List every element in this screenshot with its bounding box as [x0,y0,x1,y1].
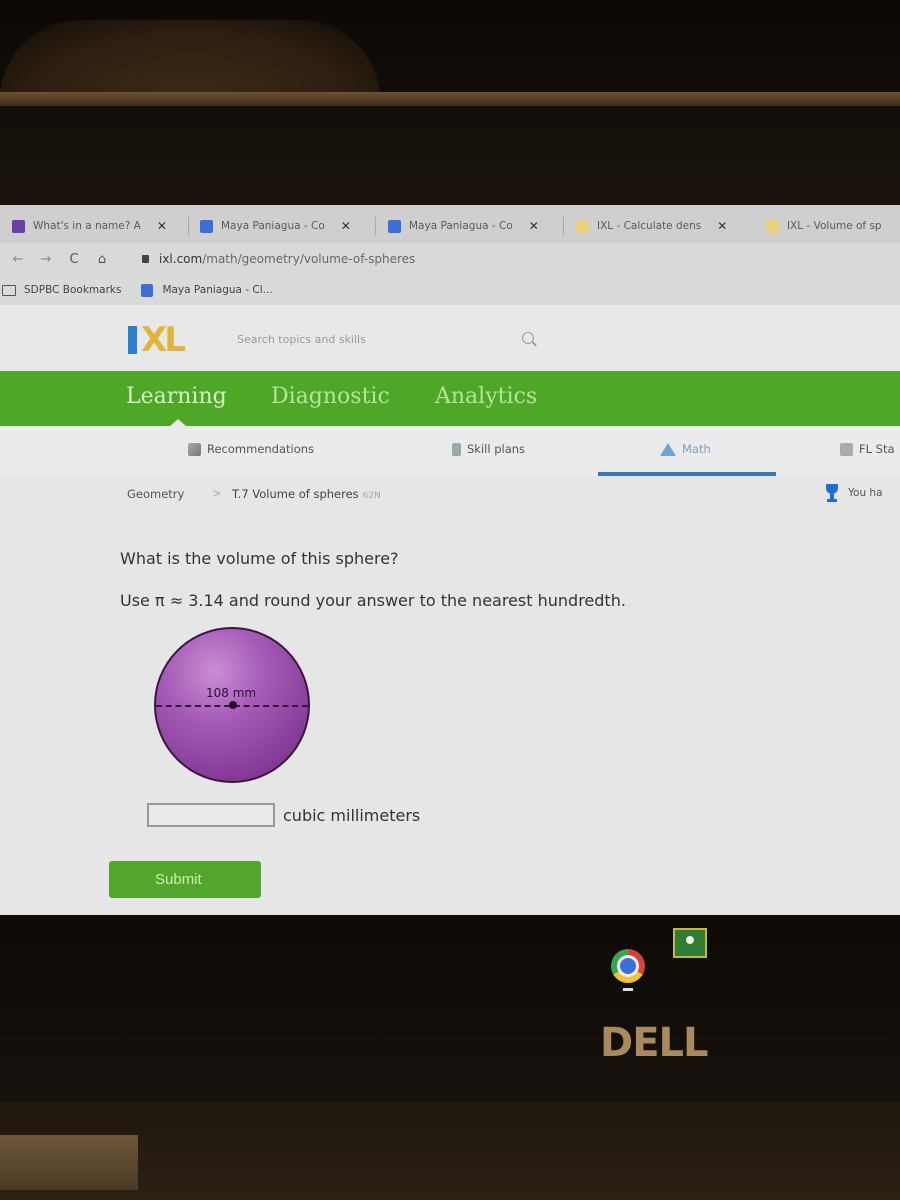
light-glare [0,20,380,100]
tab-title: IXL - Volume of sp [787,220,882,232]
reload-button[interactable]: C [64,252,84,267]
award-text: You ha [848,487,883,499]
browser-tab-active[interactable]: IXL - Volume of sp [766,213,882,239]
home-button[interactable]: ⌂ [92,252,112,267]
nav-learning[interactable]: Learning [126,384,227,409]
trophy-icon [824,484,840,502]
answer-input[interactable] [147,803,275,827]
nav-diagnostic[interactable]: Diagnostic [271,384,390,409]
close-tab-icon[interactable]: ✕ [529,219,539,233]
forms-icon [12,219,25,233]
award-notice[interactable]: You ha [824,484,883,502]
breadcrumb-separator: > [212,486,222,500]
tab-title: IXL - Calculate dens [597,220,702,232]
browser-tab[interactable]: IXL - Calculate dens ✕ [576,213,727,239]
url-host: ixl.com [159,252,203,266]
tab-title: Maya Paniagua - Co [409,220,513,232]
bookmark-label: SDPBC Bookmarks [24,284,122,296]
running-app-indicator [623,988,633,991]
submit-button[interactable]: Submit [109,861,261,898]
subnav-label: FL Sta [859,442,895,456]
close-tab-icon[interactable]: ✕ [341,219,351,233]
sub-nav: Recommendations Skill plans Math FL Sta [0,426,900,476]
breadcrumb-subject[interactable]: Geometry [127,487,184,501]
hinge-tab [0,1135,138,1190]
chrome-icon[interactable] [611,949,645,983]
tab-title: What's in a name? A [33,220,141,232]
standards-icon [840,442,853,456]
bookmark-label: Maya Paniagua - Cl... [162,284,273,296]
address-bar[interactable]: ixl.com/math/geometry/volume-of-spheres [142,252,415,266]
subnav-label: Math [682,442,711,456]
search-input[interactable]: Search topics and skills [237,333,366,346]
monitor-rim [0,92,900,106]
dell-logo: DELL [600,1020,709,1066]
url-path: /math/geometry/volume-of-spheres [202,252,416,266]
tab-separator [563,217,564,235]
main-nav: Learning Diagnostic Analytics [0,371,900,426]
tab-separator [375,217,376,235]
sphere-figure: 108 mm [154,627,310,783]
browser-tab[interactable]: What's in a name? A ✕ [12,213,167,239]
browser-tab[interactable]: Maya Paniagua - Co ✕ [200,213,351,239]
center-point [229,701,237,709]
search-icon[interactable] [522,332,534,344]
back-button[interactable]: ← [8,252,28,267]
docs-icon [141,283,154,297]
lock-icon [142,255,149,263]
subnav-skill-plans[interactable]: Skill plans [452,442,525,456]
math-icon [660,442,676,456]
active-nav-caret [170,419,186,426]
tab-separator [188,217,189,235]
bookmark-item[interactable]: Maya Paniagua - Cl... [141,283,273,297]
instruction-text: Use π ≈ 3.14 and round your answer to th… [120,591,626,610]
browser-toolbar: ← → C ⌂ ixl.com/math/geometry/volume-of-… [0,243,900,275]
subnav-label: Skill plans [467,442,526,456]
bookmarks-bar: SDPBC Bookmarks Maya Paniagua - Cl... [0,275,900,305]
question-text: What is the volume of this sphere? [120,549,399,568]
subnav-math[interactable]: Math [660,442,711,456]
subnav-label: Recommendations [207,442,315,456]
skill-name: T.7 Volume of spheres [232,487,359,501]
answer-unit: cubic millimeters [283,805,421,825]
forward-button[interactable]: → [36,252,56,267]
ixl-icon [576,219,589,233]
nav-analytics[interactable]: Analytics [435,384,537,409]
browser-window: What's in a name? A ✕ Maya Paniagua - Co… [0,205,900,915]
ixl-header: XL Search topics and skills [0,305,900,371]
close-tab-icon[interactable]: ✕ [717,219,727,233]
skill-code: 62N [362,491,381,501]
recommendations-icon [188,442,201,456]
skill-plans-icon [452,442,461,456]
breadcrumb: Geometry > T.7 Volume of spheres 62N You … [0,476,900,518]
ixl-icon [766,219,779,233]
logo-bar [128,326,137,354]
logo-text: XL [141,320,186,360]
docs-icon [200,219,213,233]
browser-tab[interactable]: Maya Paniagua - Co ✕ [388,213,539,239]
docs-icon [388,219,401,233]
tab-title: Maya Paniagua - Co [221,220,325,232]
subnav-standards[interactable]: FL Sta [840,442,895,456]
ixl-logo[interactable]: XL [128,320,186,360]
diameter-label: 108 mm [206,686,257,700]
bookmark-folder[interactable]: SDPBC Bookmarks [2,284,121,296]
google-classroom-icon[interactable] [673,928,707,958]
answer-row: cubic millimeters [147,803,420,827]
close-tab-icon[interactable]: ✕ [157,219,167,233]
monitor-bezel-top [0,0,900,205]
folder-icon [2,284,16,296]
tab-strip: What's in a name? A ✕ Maya Paniagua - Co… [0,205,900,243]
subnav-recommendations[interactable]: Recommendations [188,442,314,456]
breadcrumb-skill: T.7 Volume of spheres 62N [232,487,381,501]
